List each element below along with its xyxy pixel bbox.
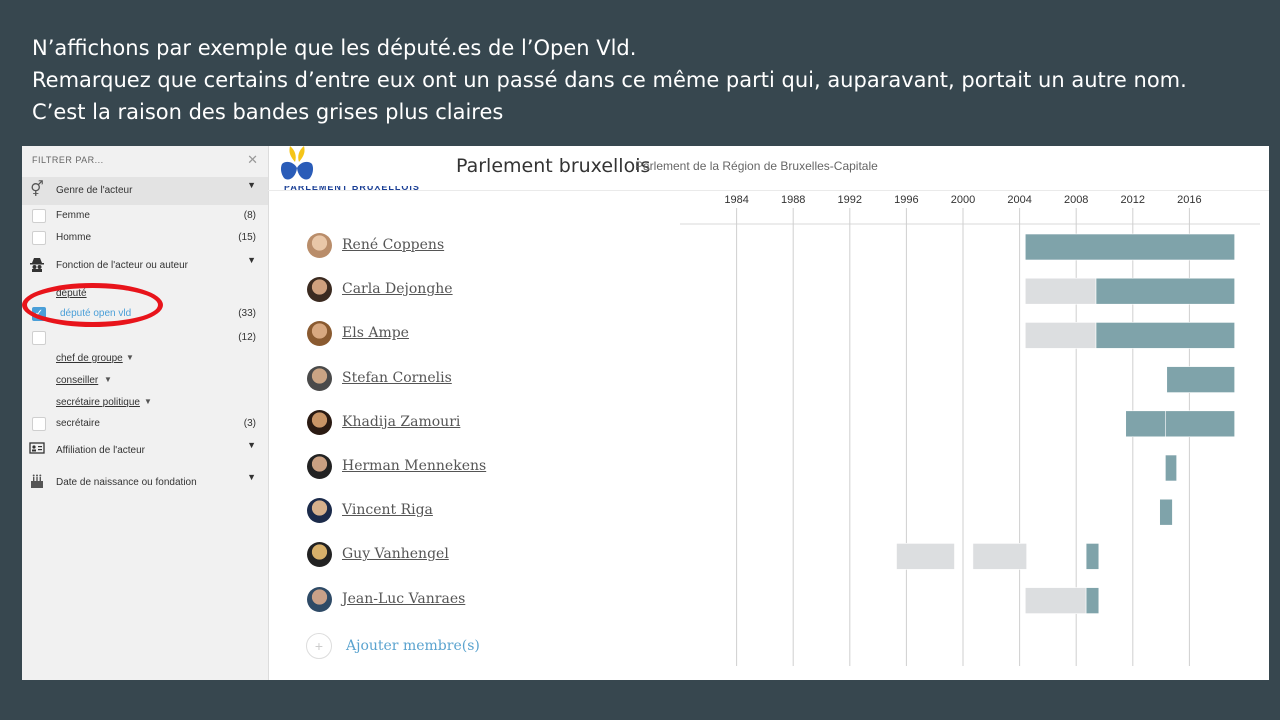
chevron-down-icon: ▼ — [247, 180, 256, 190]
caption-line-2: Remarquez que certains d’entre eux ont u… — [32, 68, 1187, 92]
membership-bar[interactable] — [1166, 366, 1235, 393]
section-fonction[interactable]: Fonction de l'acteur ou auteur ▼ — [22, 252, 268, 280]
chevron-down-icon: ▼ — [247, 440, 256, 450]
caption-line-3: C’est la raison des bandes grises plus c… — [32, 100, 504, 124]
option-label[interactable]: secrétaire politique — [56, 397, 140, 408]
checkbox-homme[interactable] — [32, 231, 46, 245]
member-name-link[interactable]: Vincent Riga — [342, 502, 433, 518]
x-tick-label: 2000 — [951, 194, 975, 206]
section-affiliation[interactable]: Affiliation de l'acteur ▼ — [22, 437, 268, 465]
id-card-icon — [28, 441, 46, 459]
x-tick-label: 1992 — [838, 194, 862, 206]
member-name-link[interactable]: Jean-Luc Vanraes — [342, 591, 465, 607]
section-date[interactable]: Date de naissance ou fondation ▼ — [22, 469, 268, 497]
membership-bar[interactable] — [1095, 277, 1235, 305]
member-name-link[interactable]: Carla Dejonghe — [342, 281, 453, 297]
add-member-label: Ajouter membre(s) — [346, 638, 480, 654]
chevron-down-icon: ▼ — [126, 353, 134, 362]
avatar[interactable] — [307, 233, 332, 258]
membership-bar[interactable] — [1085, 587, 1100, 614]
membership-bar[interactable] — [1125, 410, 1166, 438]
birthday-cake-icon — [28, 473, 46, 491]
spy-icon — [28, 256, 46, 274]
filter-option-femme[interactable]: Femme (8) — [22, 206, 268, 226]
chevron-down-icon: ▼ — [144, 397, 152, 406]
option-label: secrétaire — [56, 418, 100, 429]
checkbox-hidden[interactable] — [32, 331, 46, 345]
section-date-label: Date de naissance ou fondation — [56, 477, 197, 488]
x-tick-label: 1988 — [781, 194, 805, 206]
x-tick-label: 1996 — [894, 194, 918, 206]
option-label: Femme — [56, 210, 90, 221]
gender-icon: ⚥ — [30, 181, 44, 198]
x-tick-label: 2012 — [1121, 194, 1145, 206]
option-count: (33) — [238, 308, 256, 319]
membership-bar[interactable] — [1165, 454, 1177, 482]
option-count: (3) — [243, 418, 256, 429]
member-name-link[interactable]: Stefan Cornelis — [342, 370, 452, 386]
app-screenshot: Filtrer par... ✕ ⚥ Genre de l'acteur ▼ F… — [22, 146, 1269, 680]
chevron-down-icon: ▼ — [247, 255, 256, 265]
avatar[interactable] — [307, 365, 332, 391]
x-tick-label: 2004 — [1007, 194, 1031, 206]
filter-option-secretaire-politique[interactable]: secrétaire politique ▼ — [22, 393, 268, 413]
membership-bar[interactable] — [1159, 498, 1173, 526]
checkbox-femme[interactable] — [32, 209, 46, 223]
option-label: Homme — [56, 232, 92, 243]
filter-option-hidden[interactable]: (12) — [22, 328, 268, 348]
main-panel: PARLEMENT BRUXELLOIS Parlement bruxelloi… — [268, 146, 1269, 680]
option-count: (12) — [238, 332, 256, 343]
slide-caption: N’affichons par exemple que les député.e… — [32, 32, 1187, 128]
x-tick-label: 2008 — [1064, 194, 1088, 206]
member-name-link[interactable]: René Coppens — [342, 237, 444, 253]
membership-bar[interactable] — [972, 543, 1027, 570]
option-label[interactable]: conseiller — [56, 375, 98, 386]
x-tick-label: 2016 — [1177, 194, 1201, 206]
filter-option-homme[interactable]: Homme (15) — [22, 228, 268, 248]
section-fonction-label: Fonction de l'acteur ou auteur — [56, 260, 188, 271]
caption-line-1: N’affichons par exemple que les député.e… — [32, 36, 637, 60]
membership-bar[interactable] — [1085, 543, 1100, 570]
membership-bar[interactable] — [1024, 233, 1235, 261]
option-count: (15) — [238, 232, 256, 243]
avatar[interactable] — [307, 586, 332, 612]
filter-sidebar: Filtrer par... ✕ ⚥ Genre de l'acteur ▼ F… — [22, 146, 269, 680]
option-count: (8) — [243, 210, 256, 221]
avatar[interactable] — [307, 409, 332, 435]
filter-option-secretaire[interactable]: secrétaire (3) — [22, 414, 268, 434]
membership-bar[interactable] — [1024, 277, 1097, 305]
filter-title: Filtrer par... — [32, 155, 104, 165]
plus-icon: + — [306, 633, 332, 659]
chevron-down-icon: ▼ — [104, 375, 112, 384]
member-name-link[interactable]: Khadija Zamouri — [342, 414, 460, 430]
option-label[interactable]: chef de groupe — [56, 353, 123, 364]
close-icon[interactable]: ✕ — [247, 152, 258, 168]
filter-header: Filtrer par... ✕ — [22, 146, 268, 177]
membership-bar[interactable] — [1165, 410, 1235, 438]
section-affiliation-label: Affiliation de l'acteur — [56, 445, 145, 456]
highlight-annotation — [22, 283, 163, 327]
filter-option-chef-de-groupe[interactable]: chef de groupe ▼ — [22, 349, 268, 369]
membership-bar[interactable] — [1024, 322, 1097, 349]
section-genre-label: Genre de l'acteur — [56, 185, 133, 196]
member-name-link[interactable]: Herman Mennekens — [342, 458, 486, 474]
membership-bar[interactable] — [1095, 322, 1235, 349]
member-name-link[interactable]: Guy Vanhengel — [342, 546, 449, 562]
filter-option-conseiller[interactable]: conseiller ▼ — [22, 371, 268, 391]
x-tick-label: 1984 — [724, 194, 748, 206]
section-genre[interactable]: ⚥ Genre de l'acteur ▼ — [22, 177, 268, 205]
chevron-down-icon: ▼ — [247, 472, 256, 482]
avatar[interactable] — [307, 454, 332, 479]
membership-bar[interactable] — [896, 543, 955, 570]
checkbox-secretaire[interactable] — [32, 417, 46, 431]
membership-bar[interactable] — [1024, 587, 1087, 614]
member-name-link[interactable]: Els Ampe — [342, 325, 409, 341]
